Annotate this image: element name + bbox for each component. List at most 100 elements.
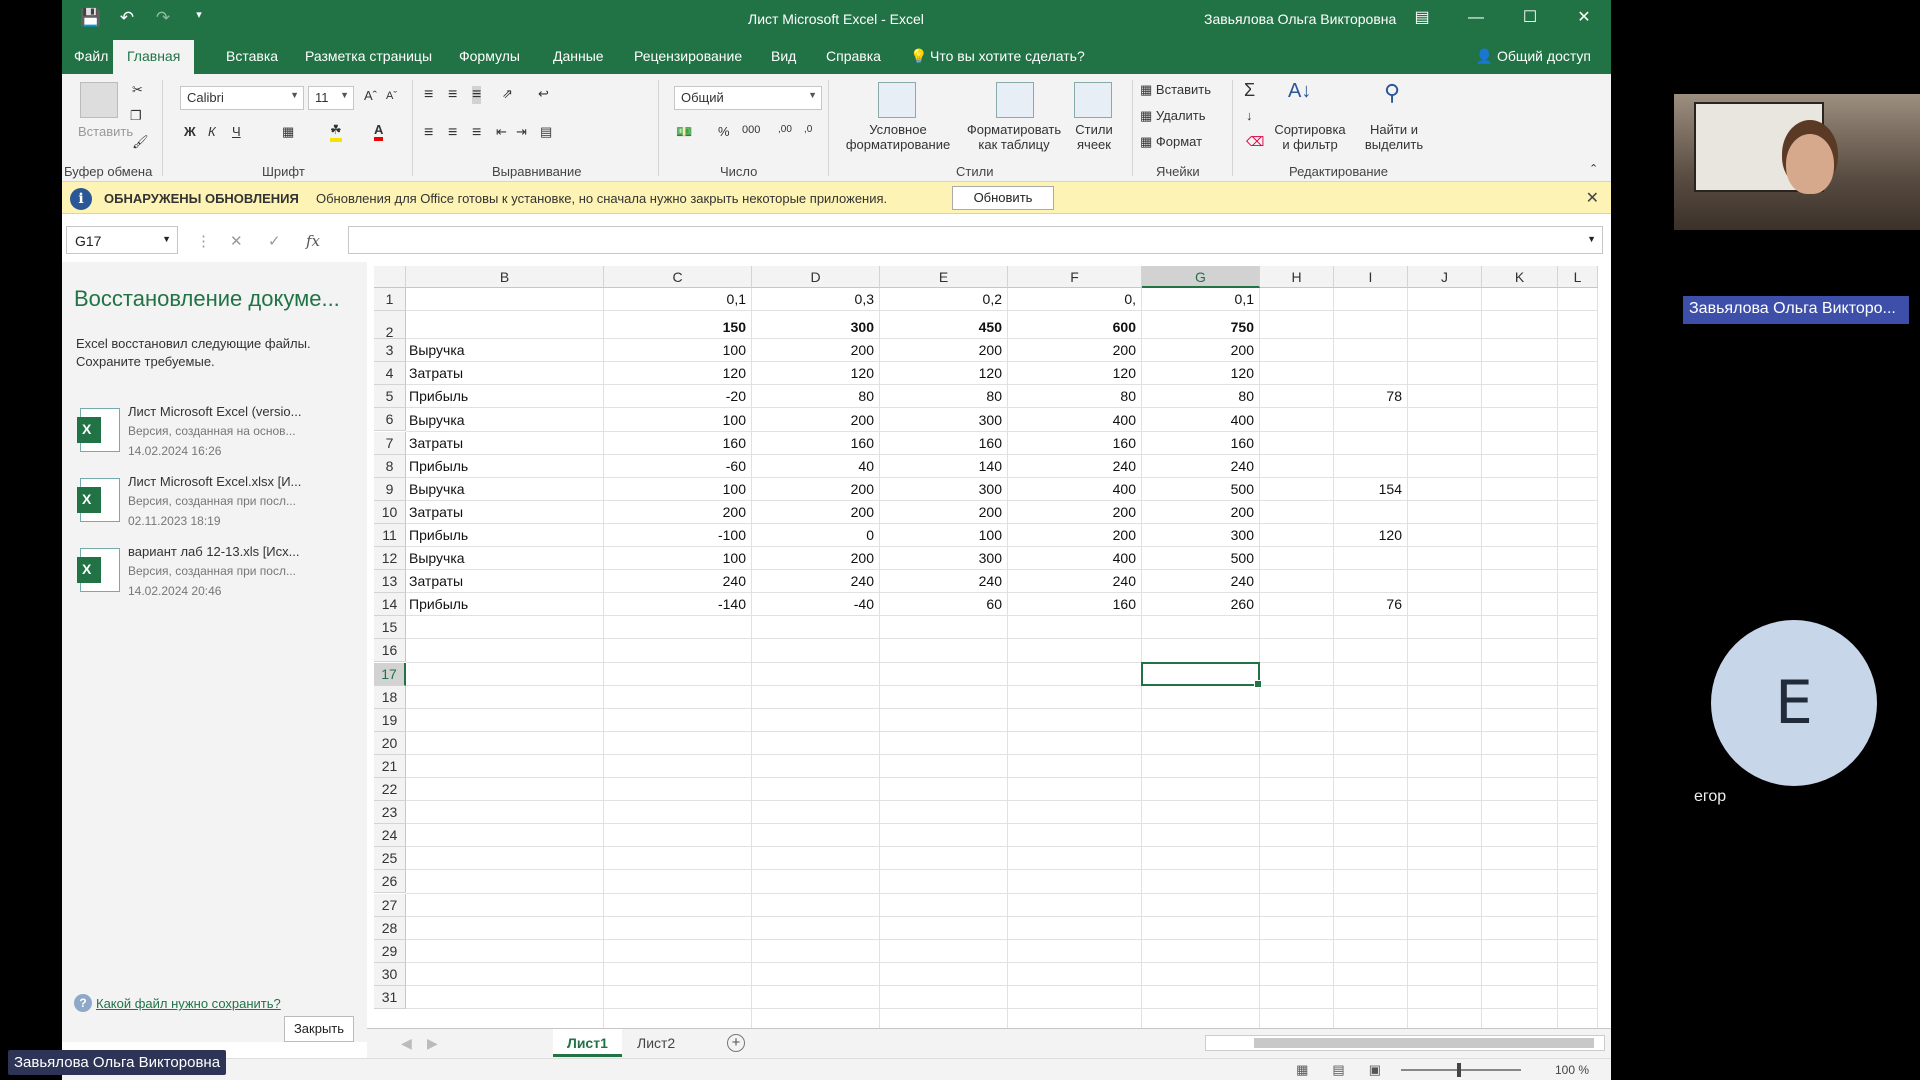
cell-c12[interactable]: 100: [604, 550, 746, 566]
row-header-8[interactable]: 8: [374, 454, 406, 478]
zoom-level[interactable]: 100 %: [1555, 1063, 1589, 1077]
cell-c11[interactable]: -100: [604, 527, 746, 543]
worksheet-grid[interactable]: B C D E F G H I J K L 1 2 3 4 5 6 7 8 9 10 11 12 13 14 15 16 17 18 19…: [374, 266, 1611, 1030]
column-header-h[interactable]: H: [1260, 266, 1334, 288]
cell-f5[interactable]: 80: [1008, 388, 1136, 404]
bold-icon[interactable]: Ж: [184, 124, 196, 139]
grow-font-icon[interactable]: Aˆ: [364, 88, 377, 103]
cell-d3[interactable]: 200: [752, 342, 874, 358]
row-header-26[interactable]: 26: [374, 870, 406, 894]
row-header-13[interactable]: 13: [374, 570, 406, 594]
row-header-18[interactable]: 18: [374, 685, 406, 709]
row-header-11[interactable]: 11: [374, 523, 406, 547]
which-file-help-link[interactable]: Какой файл нужно сохранить?: [96, 996, 281, 1011]
cell-d14[interactable]: -40: [752, 596, 874, 612]
row-header-24[interactable]: 24: [374, 824, 406, 848]
cell-g9[interactable]: 500: [1142, 481, 1254, 497]
format-painter-icon[interactable]: 🖌: [132, 134, 149, 150]
row-header-22[interactable]: 22: [374, 778, 406, 802]
cell-styles-icon[interactable]: [1074, 82, 1112, 118]
row-header-31[interactable]: 31: [374, 985, 406, 1009]
active-cell-selection[interactable]: [1141, 661, 1262, 688]
cell-e10[interactable]: 200: [880, 504, 1002, 520]
cell-f9[interactable]: 400: [1008, 481, 1136, 497]
underline-icon[interactable]: Ч: [232, 124, 241, 139]
cell-c14[interactable]: -140: [604, 596, 746, 612]
maximize-icon[interactable]: ☐: [1503, 0, 1557, 38]
row-header-3[interactable]: 3: [374, 339, 406, 363]
cell-i5[interactable]: 78: [1334, 388, 1402, 404]
row-header-21[interactable]: 21: [374, 754, 406, 778]
cell-b11[interactable]: Прибыль: [409, 527, 468, 543]
align-right-icon[interactable]: ≡: [472, 124, 481, 142]
cell-d9[interactable]: 200: [752, 481, 874, 497]
conditional-formatting-button[interactable]: Условное форматирование: [838, 122, 958, 152]
align-left-icon[interactable]: ≡: [424, 124, 433, 142]
clear-icon[interactable]: ⌫: [1246, 134, 1264, 150]
cell-c1[interactable]: 0,1: [604, 291, 746, 307]
font-size-select[interactable]: 11 ▼: [308, 86, 354, 110]
font-color-icon[interactable]: A: [374, 122, 384, 141]
cell-f1[interactable]: 0,: [1008, 291, 1136, 307]
cell-d8[interactable]: 40: [752, 458, 874, 474]
sort-filter-button[interactable]: Сортировка и фильтр: [1268, 122, 1352, 152]
cancel-icon[interactable]: ✕: [230, 232, 243, 250]
insert-function-icon[interactable]: fx: [306, 232, 320, 250]
paste-label[interactable]: Вставить: [78, 124, 133, 139]
conditional-formatting-icon[interactable]: [878, 82, 916, 118]
tab-insert[interactable]: Вставка: [226, 48, 278, 64]
cell-f4[interactable]: 120: [1008, 365, 1136, 381]
fill-color-icon[interactable]: ☘: [330, 122, 342, 142]
cell-b4[interactable]: Затраты: [409, 365, 463, 381]
row-header-23[interactable]: 23: [374, 801, 406, 825]
column-header-g[interactable]: G: [1142, 266, 1260, 288]
cell-b14[interactable]: Прибыль: [409, 596, 468, 612]
cell-c10[interactable]: 200: [604, 504, 746, 520]
align-top-icon[interactable]: ≡: [424, 86, 433, 104]
cell-f10[interactable]: 200: [1008, 504, 1136, 520]
cell-styles-button[interactable]: Стили ячеек: [1062, 122, 1126, 152]
formula-input[interactable]: ▼: [348, 226, 1603, 254]
find-select-button[interactable]: Найти и выделить: [1354, 122, 1434, 152]
cell-b3[interactable]: Выручка: [409, 342, 465, 358]
cell-e6[interactable]: 300: [880, 412, 1002, 428]
cell-c2[interactable]: 150: [604, 319, 746, 335]
sheet-tab-2[interactable]: Лист2: [623, 1029, 689, 1057]
cell-e8[interactable]: 140: [880, 458, 1002, 474]
column-header-i[interactable]: I: [1334, 266, 1408, 288]
cell-b7[interactable]: Затраты: [409, 435, 463, 451]
cell-g14[interactable]: 260: [1142, 596, 1254, 612]
shrink-font-icon[interactable]: Aˇ: [386, 90, 397, 102]
normal-view-icon[interactable]: ▦: [1296, 1062, 1308, 1078]
participant-avatar[interactable]: Е: [1711, 620, 1877, 786]
scroll-right-icon[interactable]: ▶: [413, 1029, 452, 1057]
horizontal-scrollbar[interactable]: [1205, 1035, 1605, 1051]
cell-f3[interactable]: 200: [1008, 342, 1136, 358]
cell-d5[interactable]: 80: [752, 388, 874, 404]
recovered-file-item[interactable]: X Лист Microsoft Excel (versio... Версия…: [77, 404, 350, 468]
cell-e2[interactable]: 450: [880, 319, 1002, 335]
zoom-slider[interactable]: [1401, 1063, 1521, 1077]
copy-icon[interactable]: ❐: [130, 108, 142, 124]
column-header-b[interactable]: B: [406, 266, 604, 288]
row-header-30[interactable]: 30: [374, 962, 406, 986]
select-all-corner[interactable]: [374, 266, 406, 288]
cell-d10[interactable]: 200: [752, 504, 874, 520]
tab-view[interactable]: Вид: [771, 48, 796, 64]
close-icon[interactable]: ✕: [1586, 188, 1599, 208]
cell-e13[interactable]: 240: [880, 573, 1002, 589]
page-layout-view-icon[interactable]: ▤: [1332, 1062, 1344, 1078]
row-header-20[interactable]: 20: [374, 731, 406, 755]
tab-file[interactable]: Файл: [74, 48, 108, 64]
currency-icon[interactable]: 💵: [676, 124, 692, 140]
cell-d2[interactable]: 300: [752, 319, 874, 335]
tell-me-box[interactable]: Что вы хотите сделать?: [930, 48, 1085, 64]
italic-icon[interactable]: К: [208, 124, 216, 139]
check-icon[interactable]: ✓: [268, 232, 281, 250]
cell-g1[interactable]: 0,1: [1142, 291, 1254, 307]
cell-b12[interactable]: Выручка: [409, 550, 465, 566]
cell-i9[interactable]: 154: [1334, 481, 1402, 497]
column-header-d[interactable]: D: [752, 266, 880, 288]
row-header-17[interactable]: 17: [374, 662, 406, 686]
update-button[interactable]: Обновить: [952, 186, 1054, 210]
